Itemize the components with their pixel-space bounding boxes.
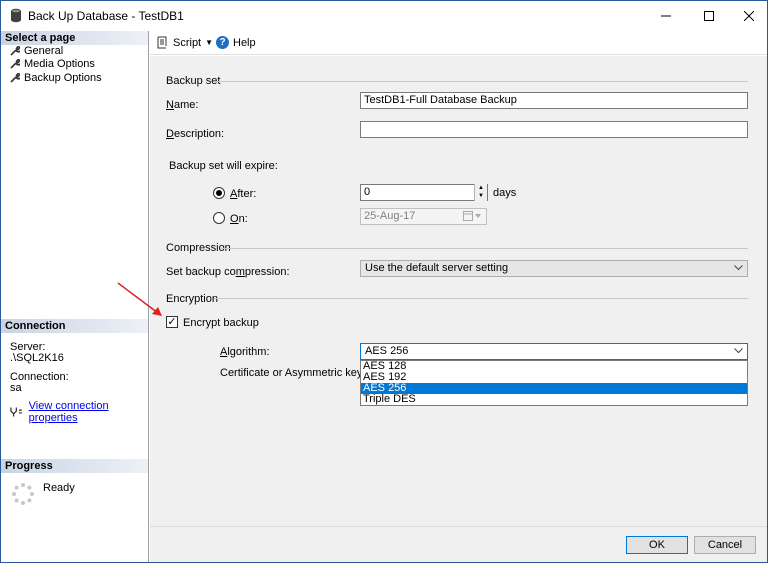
encrypt-backup-label: Encrypt backup xyxy=(183,317,259,329)
title-bar: Back Up Database - TestDB1 xyxy=(1,1,767,31)
help-icon: ? xyxy=(216,36,229,49)
compression-label: Set backup compression: xyxy=(166,266,290,278)
cancel-button[interactable]: Cancel xyxy=(694,536,756,554)
algorithm-dropdown-list: AES 128 AES 192 AES 256 Triple DES xyxy=(360,360,748,406)
page-item-backup-options[interactable]: Backup Options xyxy=(10,71,102,84)
help-button[interactable]: ? Help xyxy=(216,36,256,49)
progress-status: Ready xyxy=(43,482,75,494)
page-item-general[interactable]: General xyxy=(10,44,63,57)
progress-header: Progress xyxy=(1,459,148,473)
help-label: Help xyxy=(233,36,256,49)
window-title: Back Up Database - TestDB1 xyxy=(28,9,184,23)
script-icon xyxy=(157,36,167,49)
group-divider xyxy=(214,298,748,299)
view-connection-properties-link[interactable]: View connection properties xyxy=(29,400,148,424)
name-input[interactable]: TestDB1-Full Database Backup xyxy=(360,92,748,109)
script-label: Script xyxy=(173,36,202,49)
dropdown-arrow-icon[interactable]: ▼ xyxy=(205,38,213,47)
chevron-down-icon xyxy=(734,265,743,271)
group-divider xyxy=(216,81,748,82)
group-divider xyxy=(221,248,748,249)
select-page-header: Select a page xyxy=(1,31,148,45)
days-spinner[interactable]: ▲ ▼ xyxy=(474,184,487,201)
view-connection-properties[interactable]: View connection properties xyxy=(10,400,148,424)
annotation-arrow-icon xyxy=(117,282,162,316)
compression-selected-value: Use the default server setting xyxy=(365,262,509,274)
spin-up-icon[interactable]: ▲ xyxy=(475,184,487,192)
wrench-icon xyxy=(10,45,20,56)
expire-on-radio[interactable] xyxy=(213,212,225,224)
close-icon xyxy=(744,11,754,21)
chevron-down-icon xyxy=(734,348,743,354)
encryption-group-title: Encryption xyxy=(166,293,218,305)
connection-properties-icon xyxy=(10,407,22,417)
encrypt-backup-checkbox[interactable]: ✓ xyxy=(166,316,178,328)
algorithm-select[interactable]: AES 256 xyxy=(360,343,748,360)
expire-label: Backup set will expire: xyxy=(169,160,278,172)
wrench-icon xyxy=(10,58,20,69)
expire-after-radio[interactable] xyxy=(213,187,225,199)
backup-options-panel: Backup set Name: TestDB1-Full Database B… xyxy=(150,56,767,526)
name-label: Name: xyxy=(166,99,199,111)
certificate-label: Certificate or Asymmetric key: xyxy=(220,367,366,379)
backup-set-group-title: Backup set xyxy=(166,75,221,87)
algorithm-option[interactable]: AES 256 xyxy=(361,383,747,394)
toolbar: Script ▼ ? Help xyxy=(150,31,767,55)
backup-database-window: Back Up Database - TestDB1 Select a page… xyxy=(0,0,768,563)
minimize-icon xyxy=(661,15,671,17)
algorithm-option[interactable]: AES 192 xyxy=(361,372,747,383)
algorithm-selected-value: AES 256 xyxy=(365,345,409,357)
progress-spinner-icon xyxy=(12,483,34,505)
algorithm-option[interactable]: AES 128 xyxy=(361,361,747,372)
compression-select[interactable]: Use the default server setting xyxy=(360,260,748,277)
after-label: After: xyxy=(230,188,257,200)
connection-header: Connection xyxy=(1,319,148,333)
page-item-label: General xyxy=(24,44,64,57)
database-icon xyxy=(11,8,21,23)
wrench-icon xyxy=(10,72,20,83)
spin-down-icon[interactable]: ▼ xyxy=(475,192,487,200)
maximize-icon xyxy=(704,11,714,21)
ok-button[interactable]: OK xyxy=(626,536,688,554)
maximize-button[interactable] xyxy=(691,1,727,31)
calendar-icon[interactable] xyxy=(463,211,483,222)
after-days-input[interactable]: 0 xyxy=(360,184,488,201)
page-item-media-options[interactable]: Media Options xyxy=(10,57,95,70)
page-item-label: Backup Options xyxy=(24,71,102,84)
algorithm-label: Algorithm: xyxy=(220,346,270,358)
script-button[interactable]: Script ▼ xyxy=(156,36,213,49)
connection-value: sa xyxy=(10,382,22,394)
description-input[interactable] xyxy=(360,121,748,138)
close-button[interactable] xyxy=(731,1,767,31)
dialog-button-bar: OK Cancel xyxy=(150,526,767,562)
page-item-label: Media Options xyxy=(24,57,95,70)
minimize-button[interactable] xyxy=(648,1,684,31)
on-label: On: xyxy=(230,213,248,225)
algorithm-option[interactable]: Triple DES xyxy=(361,394,747,405)
server-value: .\SQL2K16 xyxy=(10,352,64,364)
description-label: Description: xyxy=(166,128,225,140)
days-label: days xyxy=(493,187,517,199)
